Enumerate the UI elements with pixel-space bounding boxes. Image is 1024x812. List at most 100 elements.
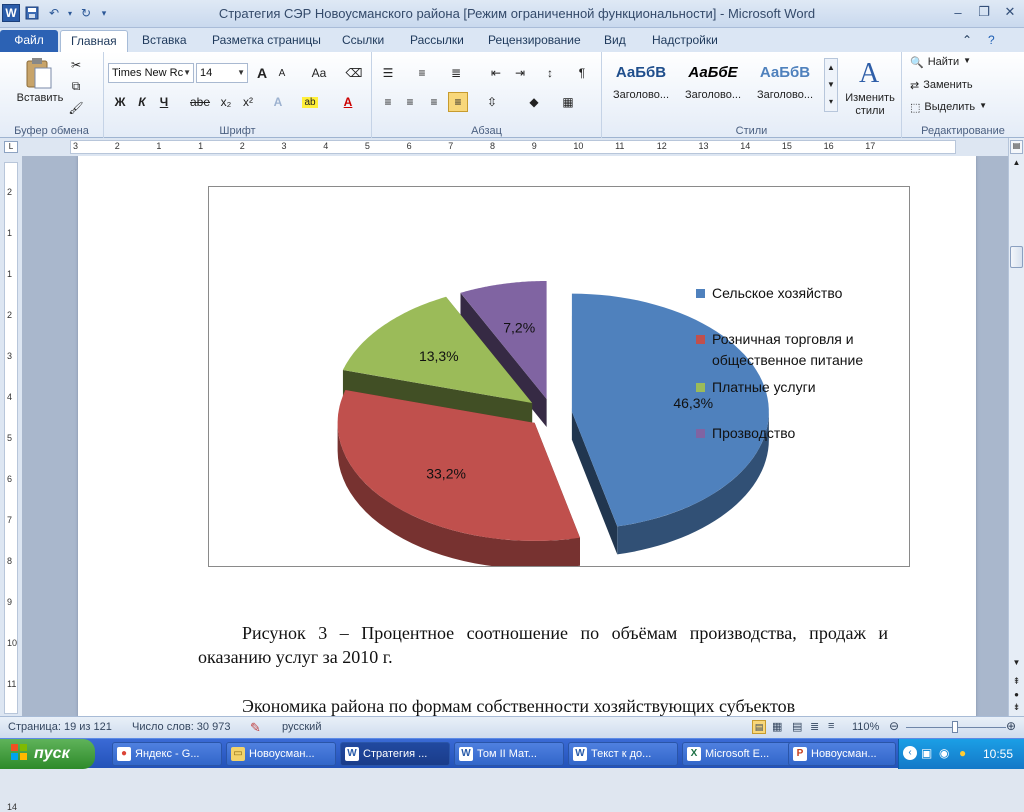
tray-expand-icon[interactable]: ‹ xyxy=(903,746,917,760)
ruler-toggle-icon[interactable]: ▤ xyxy=(1010,140,1023,154)
select-button[interactable]: ⬚ Выделить ▼ xyxy=(910,101,987,114)
spelling-check-icon[interactable]: ✎ xyxy=(250,720,261,736)
page-count[interactable]: Страница: 19 из 121 xyxy=(8,721,112,733)
style-heading-1[interactable]: АаБбВ Заголово... xyxy=(606,58,676,112)
grow-font-button[interactable]: A xyxy=(252,63,272,83)
vertical-ruler[interactable]: 211234567891011121314 xyxy=(4,162,18,812)
underline-button[interactable]: Ч xyxy=(154,92,174,112)
format-painter-icon[interactable]: 🖌 xyxy=(66,98,86,118)
taskbar-item-chrome[interactable]: ● Яндекс - G... xyxy=(112,742,222,766)
zoom-in-icon[interactable]: ⊕ xyxy=(1006,719,1016,733)
show-marks-icon[interactable]: ¶ xyxy=(572,63,592,83)
styles-scroll[interactable]: ▲ ▼ ▾ xyxy=(824,58,838,112)
bold-button[interactable]: Ж xyxy=(110,92,130,112)
copy-icon[interactable]: ⧉ xyxy=(66,76,86,96)
change-styles-icon[interactable]: A xyxy=(842,56,898,92)
next-page-icon[interactable]: ⇟ xyxy=(1010,702,1023,714)
tab-view[interactable]: Вид xyxy=(594,30,636,52)
shrink-font-button[interactable]: A xyxy=(272,63,292,83)
decrease-indent-icon[interactable]: ⇤ xyxy=(486,63,506,83)
draft-icon[interactable]: ≡ xyxy=(828,720,834,732)
numbering-icon[interactable]: ≡ xyxy=(412,63,432,83)
redo-icon[interactable]: ↻ xyxy=(76,3,96,23)
customize-icon[interactable]: ▾ xyxy=(98,3,110,23)
print-layout-icon[interactable]: ▤ xyxy=(752,720,766,734)
help-icon[interactable]: ? xyxy=(984,30,999,52)
chart-frame[interactable]: 46,3% 33,2% 13,3% 7,2% Сельское хозяйство Ро… xyxy=(208,186,910,569)
language-indicator[interactable]: русский xyxy=(282,721,321,733)
antivirus-icon[interactable]: ● xyxy=(959,746,966,760)
taskbar-item-word-strategy[interactable]: W Стратегия ... xyxy=(340,742,450,766)
replace-button[interactable]: ⇄ Заменить xyxy=(910,79,973,92)
tab-insert[interactable]: Вставка xyxy=(132,30,197,52)
browse-object-icon[interactable]: ● xyxy=(1010,690,1023,702)
scroll-thumb[interactable] xyxy=(1010,246,1023,268)
line-spacing-icon[interactable]: ⇳ xyxy=(482,92,502,112)
paste-icon[interactable] xyxy=(22,56,54,90)
font-name-combo[interactable]: Times New Rc ▼ xyxy=(108,63,194,83)
paste-button[interactable]: Вставить xyxy=(12,92,68,104)
superscript-button[interactable]: x² xyxy=(238,92,258,112)
undo-icon[interactable]: ↶ xyxy=(44,3,64,23)
justify-icon[interactable]: ≡ xyxy=(448,92,468,112)
volume-icon[interactable]: ◉ xyxy=(939,746,949,760)
style-heading-3[interactable]: АаБбВ Заголово... xyxy=(750,58,820,112)
help-question-icon[interactable]: ⌃ xyxy=(962,30,972,52)
scroll-down-icon[interactable]: ▼ xyxy=(1010,658,1023,670)
zoom-slider-thumb[interactable] xyxy=(952,721,958,733)
align-left-icon[interactable]: ≡ xyxy=(378,92,398,112)
horizontal-ruler[interactable]: 3 2 1 1 2 3 4 5 6 7 8 9 10 11 12 13 14 15 16 17 xyxy=(70,140,956,154)
bullets-icon[interactable]: ☰ xyxy=(378,63,398,83)
network-icon[interactable]: ▣ xyxy=(921,746,932,760)
font-color-icon[interactable]: A xyxy=(338,92,358,112)
tab-file[interactable]: Файл xyxy=(0,30,58,52)
cut-icon[interactable]: ✂ xyxy=(66,55,86,75)
text-effects-icon[interactable]: A xyxy=(268,92,288,112)
sort-icon[interactable]: ↕ xyxy=(540,63,560,83)
word-count[interactable]: Число слов: 30 973 xyxy=(132,721,230,733)
save-icon[interactable] xyxy=(22,3,42,23)
previous-page-icon[interactable]: ⇞ xyxy=(1010,676,1023,688)
taskbar-item-word-volume[interactable]: W Том II Мат... xyxy=(454,742,564,766)
taskbar-item-word-text[interactable]: W Текст к до... xyxy=(568,742,678,766)
zoom-out-icon[interactable]: ⊖ xyxy=(889,719,899,733)
outline-icon[interactable]: ≣ xyxy=(810,720,819,733)
find-button[interactable]: 🔍 Найти ▼ xyxy=(910,56,971,69)
tab-home[interactable]: Главная xyxy=(60,30,128,52)
close-icon[interactable]: ✕ xyxy=(998,2,1022,22)
change-case-button[interactable]: Aa xyxy=(304,63,334,83)
vertical-scrollbar[interactable]: ▤ ▲ ▼ ⇞ ● ⇟ xyxy=(1008,138,1024,716)
subscript-button[interactable]: x₂ xyxy=(216,92,236,112)
clock[interactable]: 10:55 xyxy=(983,747,1013,761)
align-center-icon[interactable]: ≡ xyxy=(400,92,420,112)
increase-indent-icon[interactable]: ⇥ xyxy=(510,63,530,83)
tab-references[interactable]: Ссылки xyxy=(332,30,394,52)
taskbar-item-excel[interactable]: X Microsoft E... xyxy=(682,742,792,766)
shading-icon[interactable]: ◆ xyxy=(524,92,544,112)
scroll-up-icon[interactable]: ▲ xyxy=(1010,158,1023,170)
taskbar-item-powerpoint[interactable]: P Новоусман... xyxy=(788,742,896,766)
tab-addins[interactable]: Надстройки xyxy=(642,30,728,52)
font-size-combo[interactable]: 14 ▼ xyxy=(196,63,248,83)
italic-button[interactable]: К xyxy=(132,92,152,112)
change-styles-button[interactable]: Изменить стили xyxy=(840,92,900,118)
highlight-icon[interactable]: ab xyxy=(300,92,320,112)
clear-format-icon[interactable]: ⌫ xyxy=(344,63,364,83)
document-page[interactable]: 46,3% 33,2% 13,3% 7,2% Сельское хозяйство Ро… xyxy=(78,156,976,716)
full-screen-icon[interactable]: ▦ xyxy=(772,720,782,733)
restore-icon[interactable]: ❐ xyxy=(972,2,996,22)
strikethrough-button[interactable]: abe xyxy=(188,92,212,112)
tab-page-layout[interactable]: Разметка страницы xyxy=(202,30,331,52)
align-right-icon[interactable]: ≡ xyxy=(424,92,444,112)
undo-dropdown-icon[interactable]: ▾ xyxy=(66,3,74,23)
tab-selector-icon[interactable]: L xyxy=(4,141,18,153)
minimize-icon[interactable]: – xyxy=(946,2,970,22)
word-icon[interactable]: W xyxy=(2,4,20,22)
taskbar-item-folder[interactable]: ▭ Новоусман... xyxy=(226,742,336,766)
borders-icon[interactable]: ▦ xyxy=(558,92,578,112)
tab-mailings[interactable]: Рассылки xyxy=(400,30,474,52)
web-layout-icon[interactable]: ▤ xyxy=(792,720,802,733)
tab-review[interactable]: Рецензирование xyxy=(478,30,591,52)
multilevel-list-icon[interactable]: ≣ xyxy=(446,63,466,83)
zoom-level[interactable]: 110% xyxy=(852,721,879,733)
